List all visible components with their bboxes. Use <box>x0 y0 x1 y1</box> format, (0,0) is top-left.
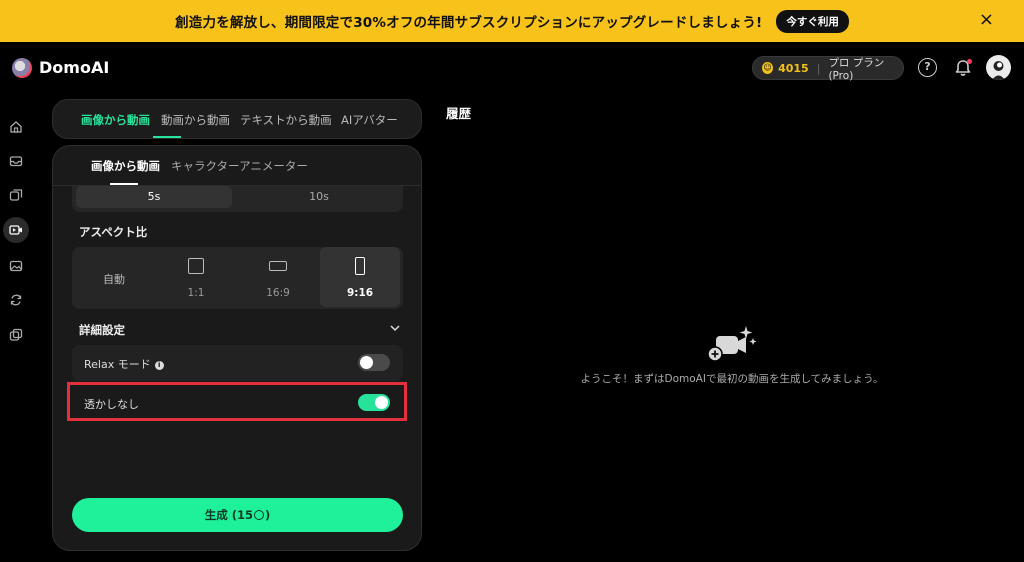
sidebar-item-convert[interactable] <box>3 287 29 313</box>
credit-count: 4015 <box>778 61 809 75</box>
help-icon[interactable]: ? <box>918 58 937 77</box>
app-name[interactable]: DomoAI <box>39 58 109 77</box>
duration-10s[interactable]: 10s <box>238 186 400 208</box>
sidebar-item-home[interactable] <box>3 114 29 140</box>
highlight-box <box>67 382 407 421</box>
mode-tabs: 画像から動画 動画から動画 テキストから動画 AIアバター <box>52 99 422 139</box>
refresh-icon <box>10 294 22 306</box>
aspect-16-9-label: 16:9 <box>266 287 290 299</box>
landscape-icon <box>269 261 287 271</box>
subtab-character-animator[interactable]: キャラクターアニメーター <box>171 158 308 174</box>
divider: | <box>816 61 821 75</box>
credits-pill[interactable]: ☺ 4015 | プロ プラン(Pro) <box>752 56 904 82</box>
logo-icon <box>12 58 32 78</box>
layers-icon <box>9 189 23 201</box>
tab-image-to-video[interactable]: 画像から動画 <box>81 112 150 128</box>
settings-panel: 画像から動画 キャラクターアニメーター 5s 10s アスペクト比 自動 1:1… <box>52 145 422 551</box>
promo-text: 創造力を解放し、期間限定で30%オフの年間サブスクリプションにアップグレードしま… <box>175 15 763 31</box>
sidebar-item-video[interactable] <box>3 217 29 243</box>
aspect-ratio-selector: 自動 1:1 16:9 9:16 <box>72 247 403 309</box>
advanced-settings-label[interactable]: 詳細設定 <box>79 322 125 338</box>
portrait-icon <box>355 257 365 275</box>
subtab-image-to-video[interactable]: 画像から動画 <box>91 158 160 174</box>
tab-ai-avatar[interactable]: AIアバター <box>341 112 398 128</box>
history-title: 履歴 <box>446 106 472 121</box>
aspect-1-1[interactable]: 1:1 <box>156 247 236 307</box>
coin-icon: ☺ <box>762 62 774 74</box>
active-subtab-indicator <box>110 183 138 185</box>
tab-video-to-video[interactable]: 動画から動画 <box>161 112 230 128</box>
video-sparkle-icon <box>707 326 757 362</box>
avatar-icon <box>992 61 1005 80</box>
coin-icon <box>254 510 264 520</box>
aspect-auto[interactable]: 自動 <box>74 247 154 307</box>
generate-label-prefix: 生成 (15 <box>204 508 253 522</box>
generate-label-suffix: ) <box>265 508 271 522</box>
toggle-knob <box>360 356 373 369</box>
duration-5s[interactable]: 5s <box>76 186 232 208</box>
square-icon <box>188 258 204 274</box>
close-icon[interactable]: × <box>979 10 994 30</box>
aspect-9-16[interactable]: 9:16 <box>320 247 400 307</box>
relax-mode-row: Relax モード i <box>72 345 403 381</box>
inbox-icon <box>9 156 23 167</box>
relax-mode-label: Relax モード i <box>84 356 164 372</box>
use-now-button[interactable]: 今すぐ利用 <box>776 9 849 33</box>
relax-mode-toggle[interactable] <box>358 354 390 371</box>
active-tab-indicator <box>153 136 181 138</box>
sidebar-item-inbox[interactable] <box>3 148 29 174</box>
aspect-9-16-label: 9:16 <box>346 287 374 299</box>
tab-text-to-video[interactable]: テキストから動画 <box>240 112 332 128</box>
top-header: DomoAI ☺ 4015 | プロ プラン(Pro) ? <box>0 42 1024 94</box>
aspect-1-1-label: 1:1 <box>187 287 205 299</box>
sidebar-item-image[interactable] <box>3 253 29 279</box>
avatar[interactable] <box>986 55 1011 80</box>
generate-button[interactable]: 生成 (15) <box>72 498 403 532</box>
chevron-down-icon[interactable] <box>389 322 401 334</box>
image-icon <box>9 260 23 272</box>
aspect-auto-label: 自動 <box>103 273 125 286</box>
duration-selector: 5s 10s <box>72 186 403 212</box>
sidebar-item-copy[interactable] <box>3 322 29 348</box>
copy-icon <box>9 328 23 341</box>
relax-mode-text: Relax モード <box>84 358 151 371</box>
promo-banner: 創造力を解放し、期間限定で30%オフの年間サブスクリプションにアップグレードしま… <box>0 0 1024 42</box>
info-icon[interactable]: i <box>154 361 164 370</box>
plan-label: プロ プラン(Pro) <box>828 56 885 82</box>
aspect-16-9[interactable]: 16:9 <box>238 247 318 307</box>
empty-state-text: ようこそ！まずはDomoAIで最初の動画を生成してみましょう。 <box>580 373 884 385</box>
sub-tabs: 画像から動画 キャラクターアニメーター <box>53 146 421 186</box>
home-icon <box>10 121 22 133</box>
notification-dot <box>967 59 972 64</box>
aspect-ratio-label: アスペクト比 <box>79 225 148 239</box>
video-icon <box>9 225 22 235</box>
sidebar-item-layers[interactable] <box>3 182 29 208</box>
